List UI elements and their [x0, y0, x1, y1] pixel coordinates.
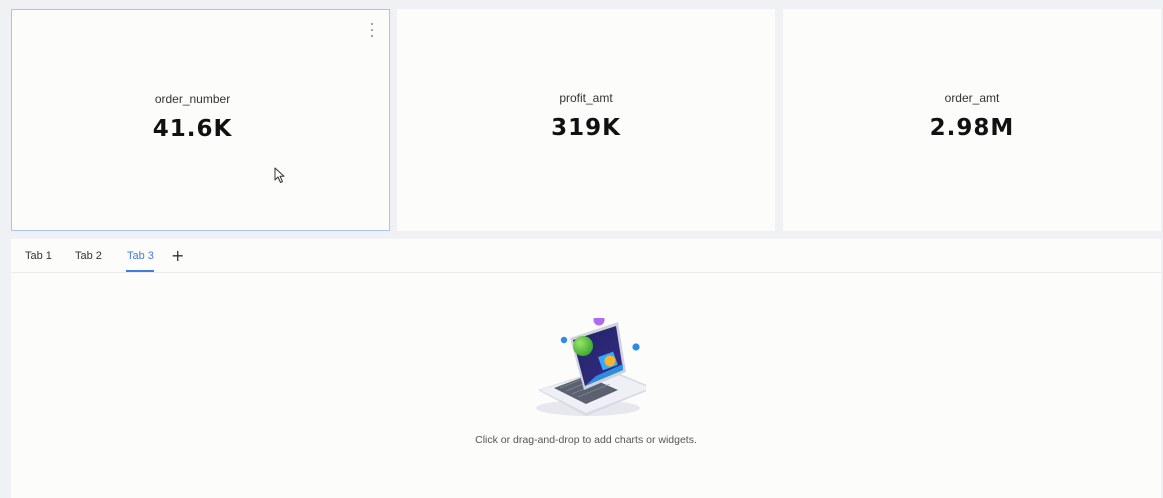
kpi-label: profit_amt [559, 91, 613, 105]
tab-bar: Tab 1 Tab 2 Tab 3 + [11, 239, 1161, 273]
laptop-illustration [536, 318, 646, 416]
kpi-value: 2.98M [929, 115, 1015, 141]
kpi-card-order-amt[interactable]: order_amt 2.98M [783, 9, 1161, 231]
kpi-card-profit-amt[interactable]: profit_amt 319K [397, 9, 775, 231]
tab-3[interactable]: Tab 3 [127, 250, 154, 262]
tab-2[interactable]: Tab 2 [75, 250, 102, 262]
tab-1[interactable]: Tab 1 [25, 250, 52, 262]
more-vertical-icon[interactable] [369, 23, 375, 37]
kpi-label: order_amt [944, 91, 1000, 105]
empty-state-message: Click or drag-and-drop to add charts or … [475, 434, 697, 446]
kpi-label: order_number [154, 92, 231, 106]
dashboard: order_number 41.6K profit_amt 319K order… [0, 0, 1163, 498]
active-tab-indicator [126, 270, 154, 272]
kpi-card-order-number[interactable]: order_number 41.6K [11, 9, 390, 231]
tab-container: Tab 1 Tab 2 Tab 3 + Click or drag-and-dr… [11, 239, 1161, 498]
add-tab-button[interactable]: + [171, 246, 184, 265]
kpi-value: 41.6K [152, 116, 233, 142]
kpi-value: 319K [551, 115, 621, 141]
mouse-pointer-icon [274, 167, 285, 183]
